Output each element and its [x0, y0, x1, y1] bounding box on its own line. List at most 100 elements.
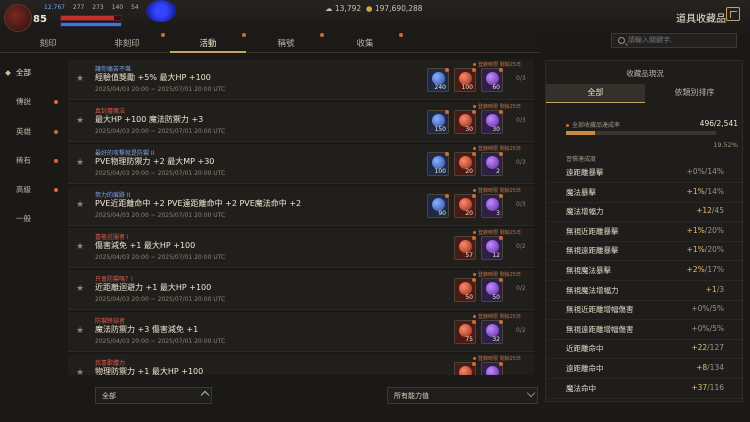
material-slot[interactable]: 57	[454, 236, 476, 260]
chevron-up-icon	[200, 390, 210, 400]
stat-current: +37	[691, 382, 708, 392]
collection-card[interactable]: ★ 我喜歡體力 物理防禦力 +1 最大HP +100 登錄時限 剩餘25日	[68, 354, 534, 375]
material-slot[interactable]: 240	[427, 68, 449, 92]
sidebar-item-2[interactable]: 英雄	[0, 122, 65, 142]
material-slot[interactable]: 20	[454, 194, 476, 218]
purple-gem-icon	[486, 366, 499, 375]
tab-1[interactable]: 非刻印	[114, 37, 140, 49]
material-slot[interactable]: 90	[427, 194, 449, 218]
collection-card[interactable]: ★ 最好的攻擊就是防禦 II PVE物理防禦力 +2 最大MP +30 2025/04…	[68, 144, 534, 184]
card-time-limit: 登錄時限 剩餘25日	[473, 103, 521, 110]
stat-max: /127	[707, 343, 724, 353]
stat-value: +1/3	[706, 285, 724, 294]
stat-row: 遠距離暴擊 +0%/14%	[546, 163, 744, 183]
exit-button[interactable]	[726, 7, 740, 21]
favorite-star-icon[interactable]: ★	[76, 368, 84, 375]
card-effect: PVE物理防禦力 +2 最大MP +30	[95, 157, 215, 166]
notice-dot-icon	[473, 273, 476, 276]
stat-filter-dropdown[interactable]: 所有能力值	[387, 387, 538, 404]
stat-name: 無視近距離增幅傷害	[566, 305, 634, 315]
material-slot[interactable]: 3	[481, 194, 503, 218]
notice-dot-icon	[473, 357, 476, 360]
material-slot[interactable]: 20	[454, 152, 476, 176]
card-date-range: 2025/04/03 20:00 ~ 2025/07/01 20:00 UTC	[95, 212, 226, 219]
material-slot[interactable]: 100	[427, 152, 449, 176]
favorite-star-icon[interactable]: ★	[76, 200, 84, 210]
panel-tab-by-category[interactable]: 依類別排序	[645, 84, 744, 102]
material-slot[interactable]: 60	[481, 68, 503, 92]
material-slot[interactable]: 30	[481, 110, 503, 134]
mp-bar-fill	[61, 23, 121, 26]
sidebar-item-5[interactable]: 一般	[0, 209, 65, 229]
card-time-limit: 登錄時限 剩餘25日	[473, 187, 521, 194]
collection-card[interactable]: ★ 努力的痕跡 II PVE近距離命中 +2 PVE遠距離命中 +2 PVE魔法命中…	[68, 186, 534, 226]
favorite-star-icon[interactable]: ★	[76, 242, 84, 252]
stat-value: 54	[131, 4, 139, 11]
favorite-star-icon[interactable]: ★	[76, 158, 84, 168]
notice-dot-icon	[499, 362, 503, 366]
character-portrait[interactable]	[4, 4, 32, 32]
card-effect: PVE近距離命中 +2 PVE遠距離命中 +2 PVE魔法命中 +2	[95, 199, 302, 208]
material-slot[interactable]	[481, 362, 503, 375]
grade-filter-dropdown[interactable]: 全部	[95, 387, 212, 404]
stat-row: 無視遠距離暴擊 +1%/20%	[546, 241, 744, 262]
notice-dot-icon	[472, 194, 476, 198]
collection-card[interactable]: ★ 讓你痛苦不堪 經驗值獎勵 +5% 最大HP +100 2025/04/03 20:…	[68, 60, 534, 100]
stat-name: 魔法命中	[566, 383, 596, 393]
material-slot[interactable]: 150	[427, 110, 449, 134]
stat-value: +37/116	[691, 383, 724, 392]
favorite-star-icon[interactable]: ★	[76, 284, 84, 294]
sidebar-item-label: 全部	[16, 68, 31, 77]
search-box[interactable]	[611, 33, 737, 48]
page-title: 道具收藏品	[676, 14, 726, 25]
collection-card[interactable]: ★ 只會防禦嗎？I 近距離迴避力 +1 最大HP +100 2025/04/03 20…	[68, 270, 534, 310]
notice-dot-icon	[445, 152, 449, 156]
material-slot[interactable]: 32	[481, 320, 503, 344]
sidebar-item-4[interactable]: 高級	[0, 180, 65, 200]
sidebar-item-3[interactable]: 稀有	[0, 151, 65, 171]
notice-dot-icon	[499, 110, 503, 114]
active-tab-underline	[170, 51, 246, 53]
search-input[interactable]	[628, 36, 732, 44]
material-slot[interactable]: 100	[454, 68, 476, 92]
material-slot[interactable]: 50	[454, 278, 476, 302]
stat-value: 12,767	[44, 4, 65, 11]
material-slot[interactable]: 30	[454, 110, 476, 134]
card-date-range: 2025/04/03 20:00 ~ 2025/07/01 20:00 UTC	[95, 170, 226, 177]
stat-current: +2%	[686, 265, 705, 274]
stat-value: +1%/20%	[687, 245, 724, 254]
stat-row: 無視遠距離增幅傷害 +0%/5%	[546, 320, 744, 340]
material-slot[interactable]	[454, 362, 476, 375]
card-time-limit: 登錄時限 剩餘25日	[473, 145, 521, 152]
notice-dot-icon	[472, 362, 476, 366]
sidebar: 全部傳說英雄稀有高級一般	[0, 56, 65, 422]
stat-value: +12/45	[696, 206, 724, 215]
favorite-star-icon[interactable]: ★	[76, 74, 84, 84]
favorite-star-icon[interactable]: ★	[76, 326, 84, 336]
buff-orb-icon[interactable]	[146, 0, 176, 22]
tab-3[interactable]: 稱號	[277, 37, 294, 49]
notice-dot-icon	[445, 110, 449, 114]
card-effect: 傷害減免 +1 最大HP +100	[95, 241, 196, 250]
hp-bar	[60, 15, 122, 21]
material-slot[interactable]: 50	[481, 278, 503, 302]
material-slot[interactable]: 75	[454, 320, 476, 344]
collection-card[interactable]: ★ 防禦終結者 魔法防禦力 +3 傷害減免 +1 2025/04/03 20:00 ~…	[68, 312, 534, 352]
sidebar-item-0[interactable]: 全部	[0, 63, 65, 83]
favorite-star-icon[interactable]: ★	[76, 116, 84, 126]
stat-current: +1%	[686, 225, 705, 235]
tab-2[interactable]: 活動	[199, 37, 216, 49]
material-slot[interactable]: 12	[481, 236, 503, 260]
tab-4[interactable]: 收集	[356, 37, 373, 49]
notice-dot-icon	[54, 159, 58, 163]
panel-tab-all[interactable]: 全部	[546, 84, 645, 102]
material-count: 2	[496, 168, 500, 175]
material-count: 30	[465, 126, 473, 133]
collection-card[interactable]: ★ 喜極近服者 I 傷害減免 +1 最大HP +100 2025/04/03 20:0…	[68, 228, 534, 268]
sidebar-item-1[interactable]: 傳說	[0, 92, 65, 112]
material-slot[interactable]: 2	[481, 152, 503, 176]
collection-card[interactable]: ★ 真封層魔法 最大HP +100 魔法防禦力 +3 2025/04/03 20:00…	[68, 102, 534, 142]
stat-current: +8	[696, 363, 708, 372]
stat-name: 無視魔法增幅力	[566, 285, 619, 295]
tab-0[interactable]: 刻印	[39, 37, 56, 49]
